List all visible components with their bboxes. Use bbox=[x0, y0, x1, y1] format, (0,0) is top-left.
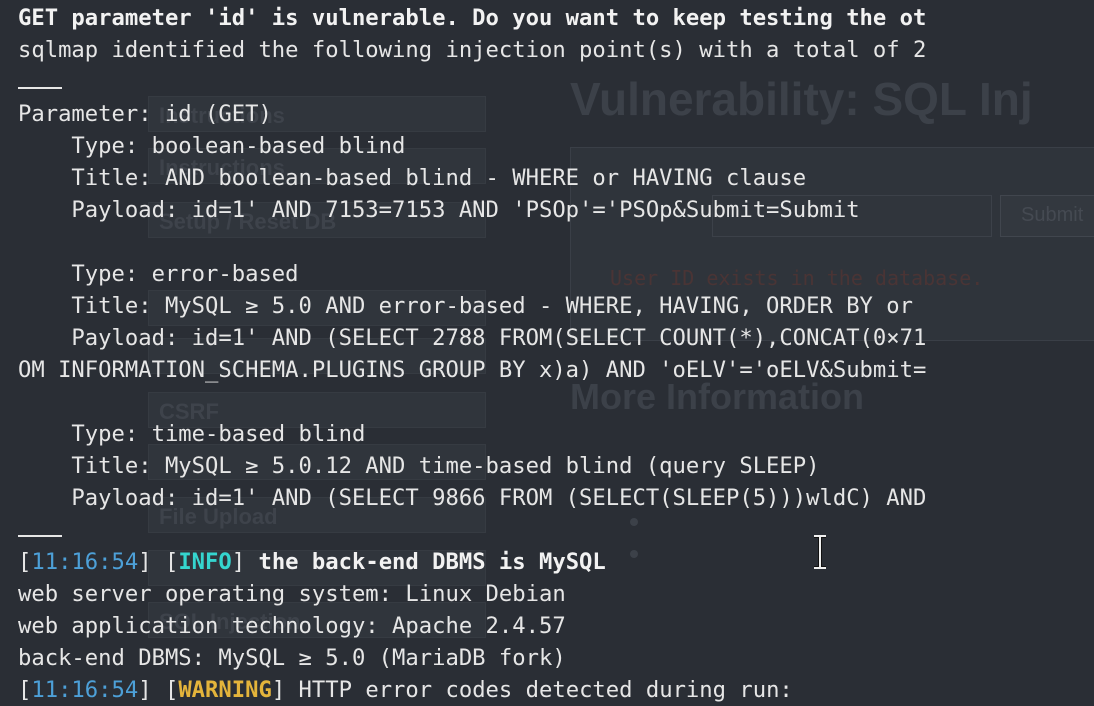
log-message: the back-end DBMS is MySQL bbox=[258, 549, 606, 575]
terminal-line: Title: MySQL ≥ 5.0.12 AND time-based bli… bbox=[18, 453, 820, 479]
terminal-line: GET parameter 'id' is vulnerable. Do you… bbox=[18, 5, 927, 31]
terminal-line: OM INFORMATION_SCHEMA.PLUGINS GROUP BY x… bbox=[18, 357, 927, 383]
terminal-line: Type: boolean-based blind bbox=[18, 133, 406, 159]
terminal-line: Title: AND boolean-based blind - WHERE o… bbox=[18, 165, 807, 191]
terminal-line: Payload: id=1' AND (SELECT 9866 FROM (SE… bbox=[18, 485, 927, 511]
log-line-info: [11:16:54] [INFO] the back-end DBMS is M… bbox=[18, 549, 606, 575]
separator-line bbox=[18, 66, 62, 98]
log-line-warning-partial: [11:16:54] [WARNING] HTTP error codes de… bbox=[18, 677, 793, 703]
terminal-line: web application technology: Apache 2.4.5… bbox=[18, 613, 566, 639]
terminal-line: Payload: id=1' AND (SELECT 2788 FROM(SEL… bbox=[18, 325, 927, 351]
separator-line bbox=[18, 514, 62, 546]
terminal-line: Payload: id=1' AND 7153=7153 AND 'PSOp'=… bbox=[18, 197, 860, 223]
terminal-line: web server operating system: Linux Debia… bbox=[18, 581, 566, 607]
terminal-line: Type: error-based bbox=[18, 261, 299, 287]
terminal-line: Type: time-based blind bbox=[18, 421, 366, 447]
log-level-info: INFO bbox=[178, 549, 232, 575]
terminal-line: sqlmap identified the following injectio… bbox=[18, 37, 927, 63]
i-beam-cursor-icon bbox=[810, 535, 830, 569]
terminal-line: Title: MySQL ≥ 5.0 AND error-based - WHE… bbox=[18, 293, 913, 319]
terminal-output: GET parameter 'id' is vulnerable. Do you… bbox=[0, 0, 1094, 703]
log-timestamp: 11:16:54 bbox=[31, 549, 139, 575]
terminal-line: back-end DBMS: MySQL ≥ 5.0 (MariaDB fork… bbox=[18, 645, 566, 671]
terminal-line: Parameter: id (GET) bbox=[18, 101, 272, 127]
